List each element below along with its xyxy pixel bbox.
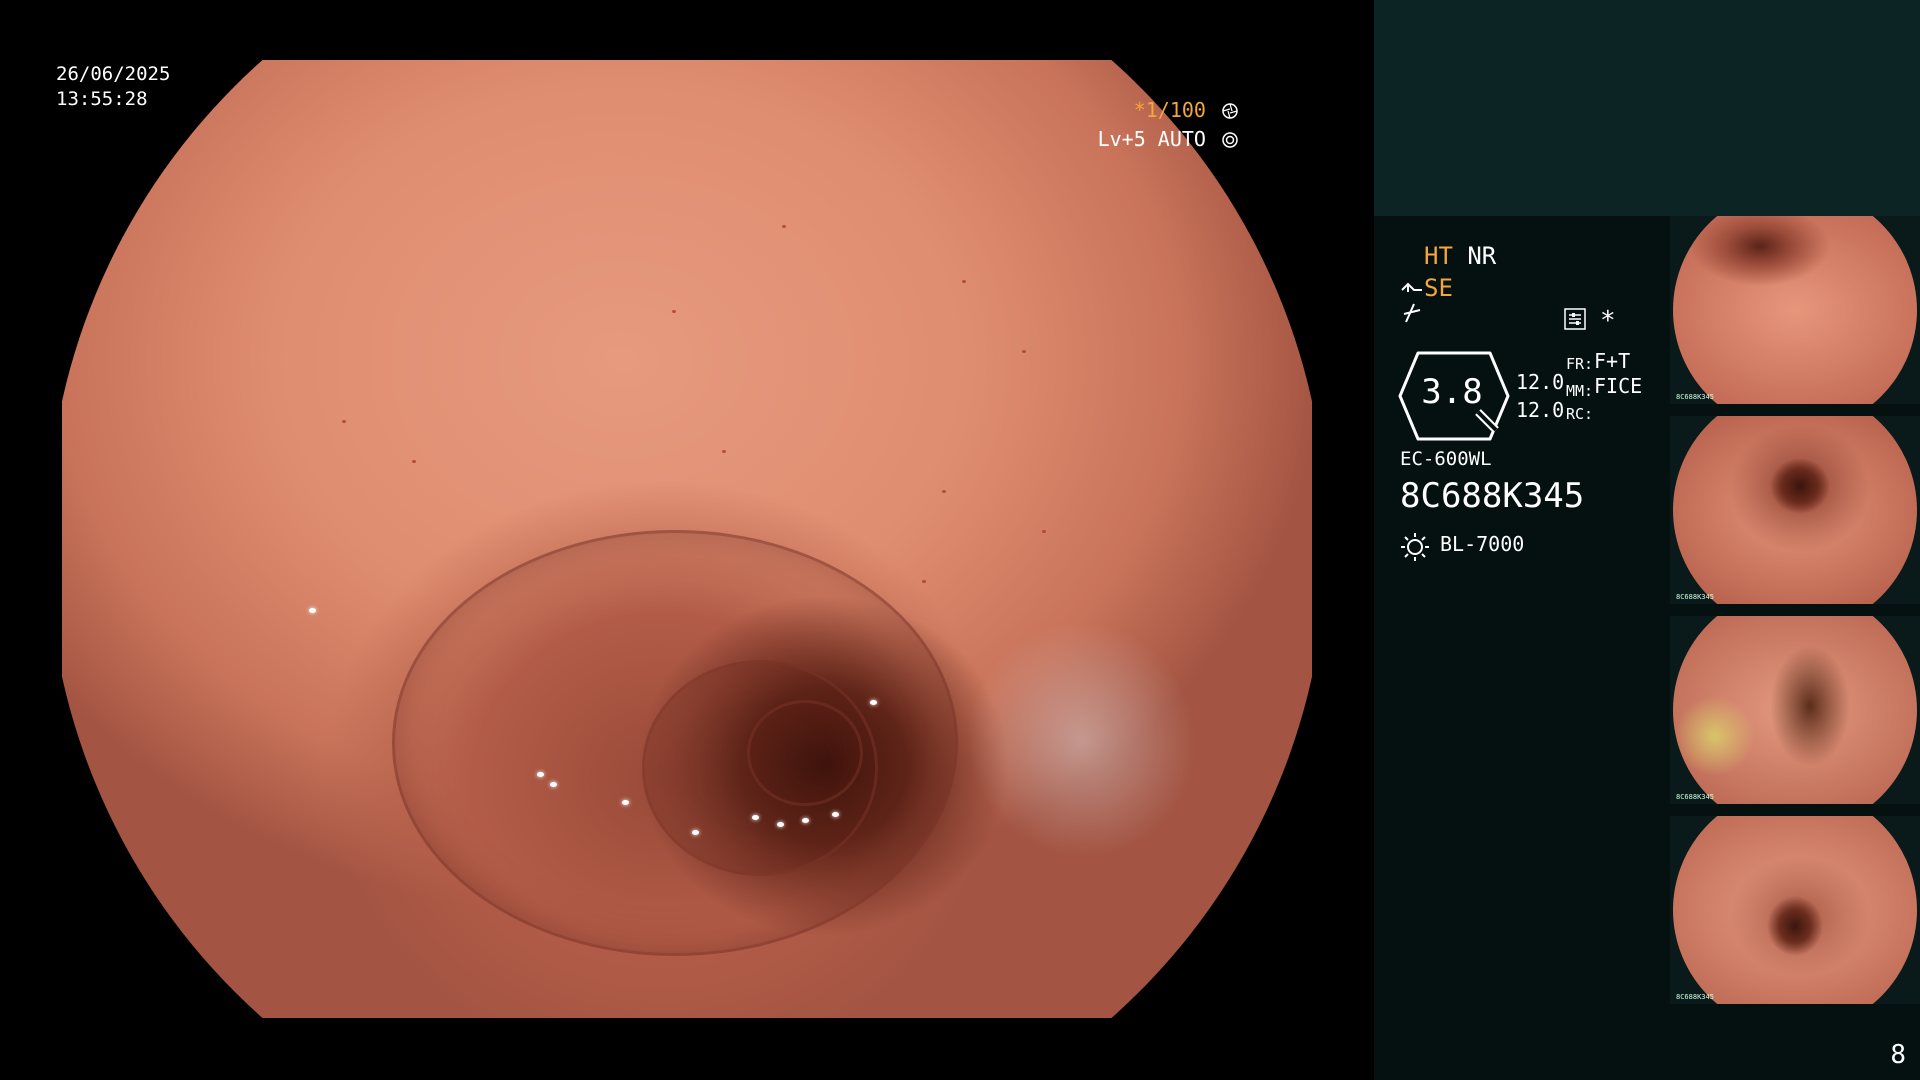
mm-value: FICE [1594,374,1643,398]
capture-time: 13:55:28 [56,88,148,110]
vascular-spot [342,420,346,423]
vascular-spot [412,460,416,463]
rc-label: RC: [1566,405,1594,423]
vascular-spot [722,450,726,453]
captured-image-thumbnail[interactable]: 8C688K345 [1670,616,1920,804]
fr-value: F+T [1594,349,1631,373]
settings-sliders-icon [1564,308,1586,330]
ht-indicator: HT [1424,242,1453,270]
vascular-spot [1042,530,1046,533]
captured-image-thumbnail[interactable]: 8C688K345 [1670,216,1920,404]
shutter-speed-label: *1/100 [1133,98,1206,122]
vascular-spot [1022,350,1026,353]
light-reflection [692,830,699,835]
vascular-spot [672,310,676,313]
page-number: 8 [1890,1040,1906,1070]
setting-value-bottom: 12.0 [1516,398,1565,422]
lumen-fold [747,700,863,806]
thumbnail-caption: 8C688K345 [1676,393,1714,401]
brightness-level: Lv+5 AUTO [1098,127,1238,152]
brightness-level-label: Lv+5 AUTO [1097,127,1206,151]
iris-icon [1222,132,1238,148]
thumbnail-image [1673,216,1917,404]
vascular-spot [922,580,926,583]
thumbnail-image [1673,816,1917,1004]
scope-model: EC-600WL [1400,448,1492,470]
structure-enhance-row: SE [1400,274,1453,302]
slash-curve-icon [1403,303,1421,323]
thumbnail-image [1673,416,1917,604]
nr-indicator: NR [1467,242,1497,270]
light-reflection [537,772,544,777]
info-panel: HT NR SE * 3.8 12.0 12.0 FR: MM: RC: F+T… [1374,0,1920,1080]
light-reflection [752,815,759,820]
se-indicator: SE [1424,274,1453,302]
image-mode-row: HT NR [1424,242,1496,270]
vascular-spot [962,280,966,283]
scope-serial: 8C688K345 [1400,476,1585,516]
mucosal-patch [939,594,1225,886]
vascular-spot [782,225,786,228]
zoom-value: 3.8 [1421,372,1483,412]
light-source-icon [1401,533,1429,561]
endoscope-main-image [62,60,1312,1018]
thumbnail-caption: 8C688K345 [1676,593,1714,601]
aperture-icon [1222,103,1238,119]
enhance-curve-icon [1401,282,1422,292]
thumbnail-caption: 8C688K345 [1676,993,1714,1001]
vascular-spot [942,490,946,493]
captured-image-thumbnail[interactable]: 8C688K345 [1670,416,1920,604]
light-reflection [622,800,629,805]
thumbnail-caption: 8C688K345 [1676,793,1714,801]
light-reflection [550,782,557,787]
thumbnail-image [1673,616,1917,804]
setting-value-top: 12.0 [1516,370,1565,394]
light-reflection [802,818,809,823]
color-enhance-row [1400,302,1424,330]
light-reflection [832,812,839,817]
capture-date: 26/06/2025 [56,63,171,85]
captured-image-thumbnail[interactable]: 8C688K345 [1670,816,1920,1004]
processor-model: BL-7000 [1440,532,1525,556]
light-reflection [777,822,784,827]
mm-label: MM: [1566,382,1594,400]
shutter-speed: *1/100 [1134,98,1238,123]
panel-header-area [1374,0,1920,216]
light-reflection [870,700,877,705]
asterisk-indicator: * [1600,306,1616,336]
fr-label: FR: [1566,355,1594,373]
light-reflection [309,608,316,613]
